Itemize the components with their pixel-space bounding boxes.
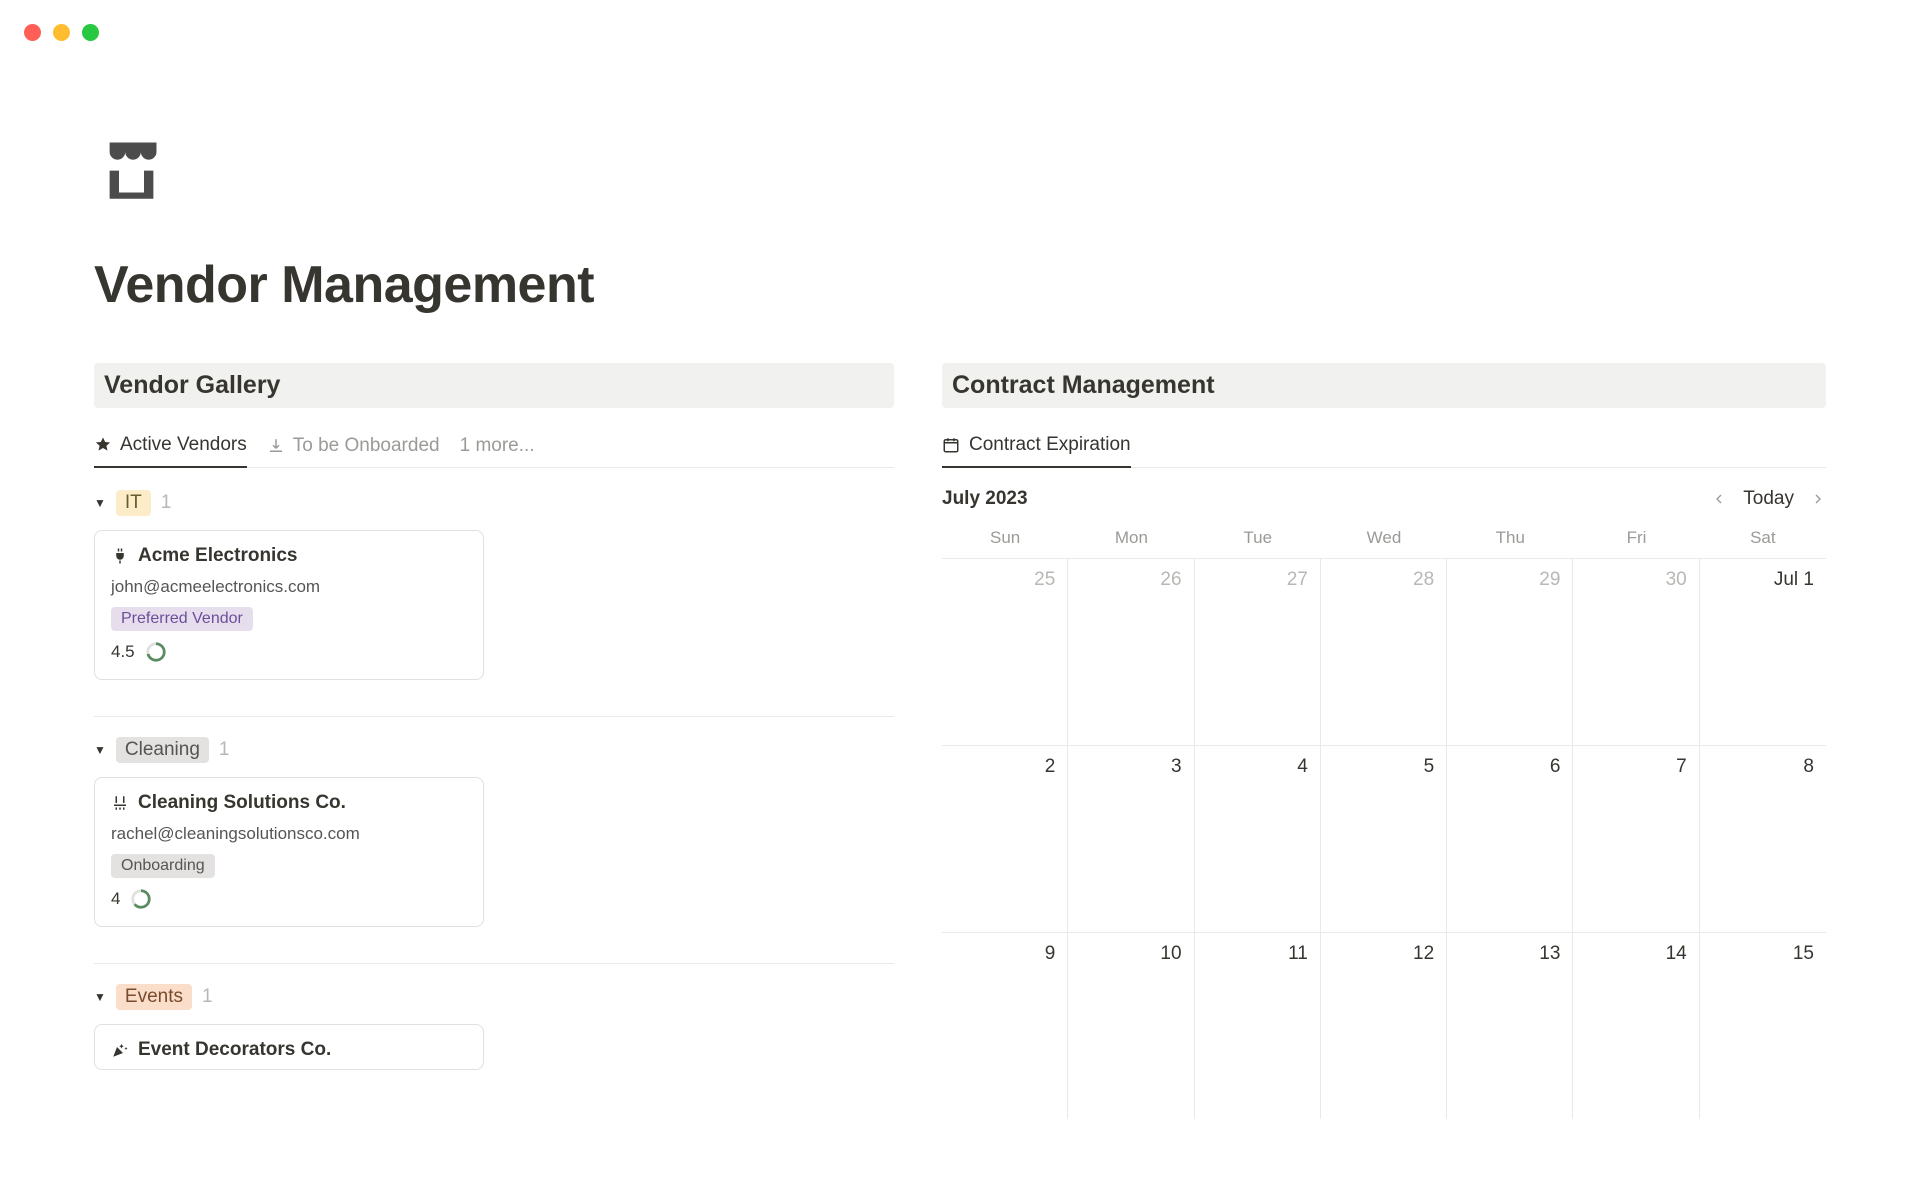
party-popper-icon (111, 1041, 129, 1059)
calendar-cell[interactable]: 9 (942, 932, 1068, 1119)
tab-to-be-onboarded[interactable]: To be Onboarded (267, 435, 440, 467)
vendor-name: Cleaning Solutions Co. (138, 792, 346, 814)
group-chip-events: Events (116, 984, 192, 1010)
chevron-down-icon: ▼ (94, 496, 106, 510)
group-count: 1 (219, 739, 230, 761)
download-icon (267, 437, 285, 455)
chevron-down-icon: ▼ (94, 990, 106, 1004)
calendar-cell[interactable]: 6 (1447, 745, 1573, 932)
status-chip: Onboarding (111, 854, 215, 878)
prev-month-button[interactable] (1711, 491, 1727, 507)
calendar-grid: Sun Mon Tue Wed Thu Fri Sat 25 26 27 28 … (942, 528, 1826, 1119)
progress-ring-icon (145, 641, 167, 663)
contract-management-header: Contract Management (942, 363, 1826, 408)
calendar-cell[interactable]: 5 (1321, 745, 1447, 932)
group-header-it[interactable]: ▼ IT 1 (94, 490, 894, 516)
contract-management-column: Contract Management Contract Expiration … (942, 363, 1826, 1119)
calendar-header: July 2023 Today (942, 488, 1826, 510)
vendor-name: Event Decorators Co. (138, 1039, 331, 1061)
calendar-cell[interactable]: 11 (1195, 932, 1321, 1119)
cleaning-icon (111, 794, 129, 812)
page-content: Vendor Management Vendor Gallery Active … (0, 0, 1920, 1119)
day-header: Fri (1573, 528, 1699, 548)
vendor-email: rachel@cleaningsolutionsco.com (111, 824, 467, 844)
vendor-rating: 4 (111, 889, 120, 909)
window-controls (24, 24, 99, 41)
calendar-cell[interactable]: 26 (1068, 558, 1194, 745)
day-header: Sun (942, 528, 1068, 548)
star-icon (94, 436, 112, 454)
calendar-cell[interactable]: 12 (1321, 932, 1447, 1119)
vendor-gallery-header: Vendor Gallery (94, 363, 894, 408)
vendor-name: Acme Electronics (138, 545, 297, 567)
fullscreen-window-button[interactable] (82, 24, 99, 41)
day-header: Mon (1068, 528, 1194, 548)
day-header: Tue (1195, 528, 1321, 548)
tab-label: Contract Expiration (969, 434, 1131, 456)
calendar-cell[interactable]: 7 (1573, 745, 1699, 932)
calendar-cell[interactable]: 4 (1195, 745, 1321, 932)
group-header-events[interactable]: ▼ Events 1 (94, 984, 894, 1010)
group-count: 1 (161, 492, 172, 514)
group-chip-it: IT (116, 490, 151, 516)
day-header: Sat (1700, 528, 1826, 548)
contract-management-title: Contract Management (952, 371, 1816, 400)
vendor-gallery-title: Vendor Gallery (104, 371, 884, 400)
tab-label: To be Onboarded (293, 435, 440, 457)
page-title: Vendor Management (94, 255, 1826, 315)
next-month-button[interactable] (1810, 491, 1826, 507)
tab-label: Active Vendors (120, 434, 247, 456)
contract-tabs: Contract Expiration (942, 434, 1826, 468)
calendar-cell[interactable]: 2 (942, 745, 1068, 932)
calendar-cell[interactable]: Jul 1 (1700, 558, 1826, 745)
day-header: Wed (1321, 528, 1447, 548)
calendar-month-label: July 2023 (942, 488, 1028, 510)
calendar-cell[interactable]: 15 (1700, 932, 1826, 1119)
today-button[interactable]: Today (1743, 488, 1794, 510)
gallery-tabs: Active Vendors To be Onboarded 1 more... (94, 434, 894, 468)
vendor-card-events[interactable]: Event Decorators Co. (94, 1024, 484, 1070)
calendar-cell[interactable]: 14 (1573, 932, 1699, 1119)
vendor-card-cleaning[interactable]: Cleaning Solutions Co. rachel@cleaningso… (94, 777, 484, 927)
app-window: Vendor Management Vendor Gallery Active … (0, 0, 1920, 1200)
close-window-button[interactable] (24, 24, 41, 41)
vendor-rating: 4.5 (111, 642, 135, 662)
day-header: Thu (1447, 528, 1573, 548)
calendar-cell[interactable]: 28 (1321, 558, 1447, 745)
chevron-down-icon: ▼ (94, 743, 106, 757)
group-divider (94, 716, 894, 717)
tabs-more-indicator[interactable]: 1 more... (460, 435, 535, 467)
group-divider (94, 963, 894, 964)
calendar-cell[interactable]: 3 (1068, 745, 1194, 932)
calendar-cell[interactable]: 8 (1700, 745, 1826, 932)
calendar-cell[interactable]: 10 (1068, 932, 1194, 1119)
calendar-cell[interactable]: 29 (1447, 558, 1573, 745)
vendor-email: john@acmeelectronics.com (111, 577, 467, 597)
group-chip-cleaning: Cleaning (116, 737, 209, 763)
group-count: 1 (202, 986, 213, 1008)
calendar-cell[interactable]: 27 (1195, 558, 1321, 745)
calendar-cell[interactable]: 25 (942, 558, 1068, 745)
calendar-cell[interactable]: 30 (1573, 558, 1699, 745)
group-header-cleaning[interactable]: ▼ Cleaning 1 (94, 737, 894, 763)
status-chip: Preferred Vendor (111, 607, 253, 631)
vendor-card-acme[interactable]: Acme Electronics john@acmeelectronics.co… (94, 530, 484, 680)
calendar-icon (942, 436, 960, 454)
tab-active-vendors[interactable]: Active Vendors (94, 434, 247, 468)
store-icon (94, 130, 169, 205)
calendar-cell[interactable]: 13 (1447, 932, 1573, 1119)
progress-ring-icon (130, 888, 152, 910)
plug-icon (111, 547, 129, 565)
vendor-gallery-column: Vendor Gallery Active Vendors To be Onbo… (94, 363, 894, 1119)
tab-contract-expiration[interactable]: Contract Expiration (942, 434, 1131, 468)
minimize-window-button[interactable] (53, 24, 70, 41)
